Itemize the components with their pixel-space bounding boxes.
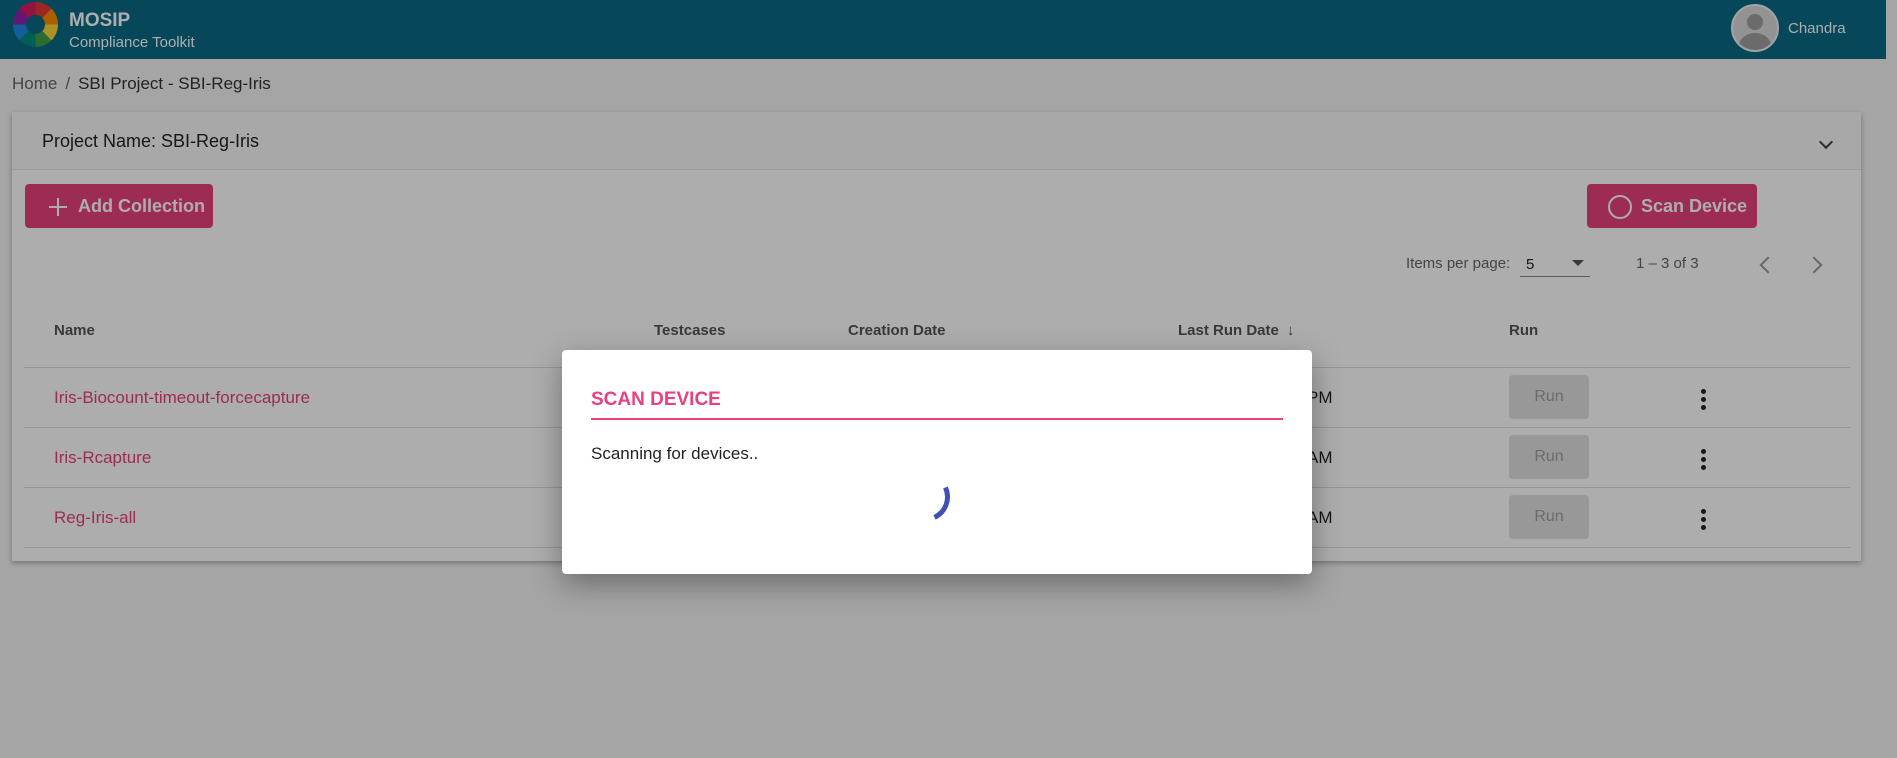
spinner-icon (892, 464, 958, 530)
scan-device-dialog: SCAN DEVICE Scanning for devices.. (562, 350, 1312, 574)
dialog-title-underline (591, 418, 1283, 420)
dialog-message: Scanning for devices.. (591, 444, 759, 463)
dialog-title: SCAN DEVICE (591, 389, 721, 410)
